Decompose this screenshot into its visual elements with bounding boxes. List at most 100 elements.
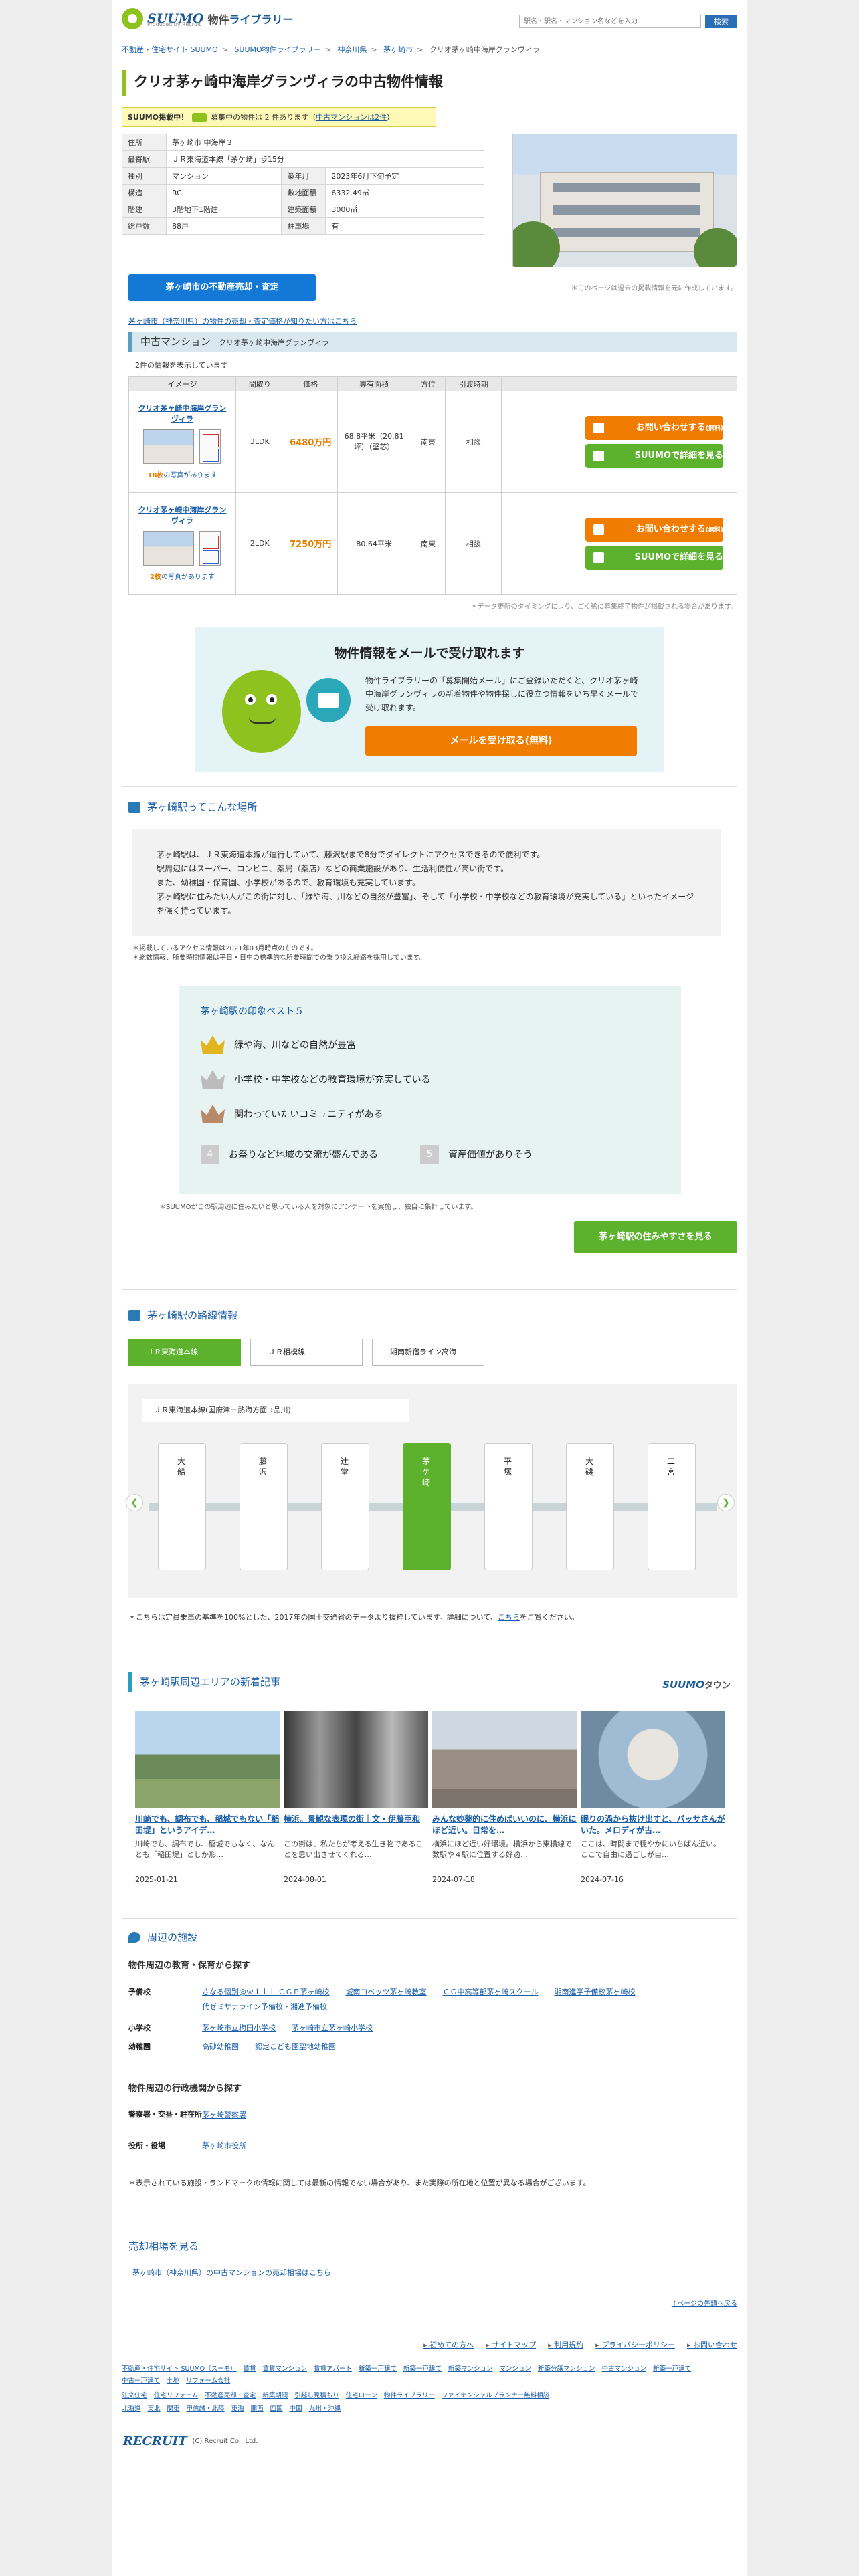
- facility-link[interactable]: 茅ヶ崎市立茅ヶ崎小学校: [292, 2022, 373, 2033]
- footer-nav-link[interactable]: 新築一戸建て: [653, 2365, 691, 2373]
- facility-link[interactable]: 認定こども園聖地幼稚園: [255, 2041, 336, 2052]
- sell-info-link[interactable]: 茅ヶ崎市（神奈川県）の物件の売却・査定価格が知りたい方はこちら: [128, 316, 357, 326]
- inquiry-button[interactable]: お問い合わせする(無料): [585, 517, 723, 542]
- station-tsujido[interactable]: 辻堂: [321, 1443, 369, 1570]
- news-article-title[interactable]: 横浜。景観な表現の街｜文・伊藤亜和: [284, 1814, 428, 1836]
- facility-link[interactable]: さなる個別@ｗｉｌｌ ＣＧＰ茅ヶ崎校: [202, 1986, 330, 1997]
- footer-region-link[interactable]: 九州・沖縄: [309, 2405, 341, 2413]
- detail-button[interactable]: SUUMOで詳細を見る: [585, 443, 723, 468]
- facility-link[interactable]: 茅ヶ崎警察署: [202, 2109, 246, 2120]
- news-image[interactable]: [135, 1711, 280, 1808]
- footer-nav-link[interactable]: 土地: [167, 2377, 179, 2385]
- footer-region-link[interactable]: 北海道: [122, 2405, 141, 2413]
- tab-shonan-shinjuku-line[interactable]: 湘南新宿ライン高海: [372, 1339, 484, 1366]
- tab-sagami-line[interactable]: ＪＲ相模線: [250, 1339, 363, 1366]
- footer-nav-link[interactable]: ファイナンシャルプランナー無料相談: [442, 2392, 549, 2399]
- listing-photo[interactable]: [143, 531, 195, 566]
- footer-link[interactable]: プライバシーポリシー: [595, 2339, 675, 2350]
- footer-nav-link[interactable]: 物件ライブラリー: [384, 2392, 435, 2399]
- tab-tokaido-line[interactable]: ＪＲ東海道本線: [128, 1339, 241, 1366]
- news-image[interactable]: [581, 1711, 725, 1808]
- facility-link[interactable]: ＣＧ中高等部茅ヶ崎スクール: [443, 1986, 539, 1997]
- footer-nav-link[interactable]: 引越し見積もり: [294, 2392, 339, 2399]
- breadcrumb-item[interactable]: 茅ヶ崎市: [383, 45, 413, 54]
- facility-link[interactable]: 茅ヶ崎市役所: [202, 2140, 246, 2151]
- station-ninomiya[interactable]: 二宮: [648, 1443, 696, 1570]
- search-input[interactable]: [519, 15, 701, 28]
- livability-button[interactable]: 茅ヶ崎駅の住みやすさを見る: [574, 1221, 737, 1253]
- facility-link[interactable]: 代ゼミサテライン予備校・湘進予備校: [202, 2001, 327, 2012]
- footer-region-link[interactable]: 甲信越・北陸: [187, 2405, 225, 2413]
- facility-link[interactable]: 高砂幼稚園: [202, 2041, 239, 2052]
- footer-nav-link[interactable]: 中古マンション: [602, 2365, 647, 2373]
- listing-photos-link[interactable]: 2枚の写真があります: [129, 571, 235, 585]
- news-article-title[interactable]: 眠りの渦から抜け出すと、パッサさんがいた。メロディが古…: [581, 1814, 725, 1836]
- facility-link[interactable]: 茅ヶ崎市立梅田小学校: [202, 2022, 276, 2033]
- suumo-town-logo[interactable]: SUUMOタウン: [662, 1675, 731, 1696]
- inquiry-button[interactable]: お問い合わせする(無料): [585, 415, 723, 440]
- station-hiratsuka[interactable]: 平塚: [484, 1443, 533, 1570]
- station-chigasaki[interactable]: 茅ケ崎: [403, 1443, 451, 1570]
- footer-nav-link[interactable]: 新築一戸建て: [359, 2365, 397, 2373]
- footer-link[interactable]: 初めての方へ: [423, 2339, 474, 2350]
- footer-nav-link[interactable]: 賃貸マンション: [263, 2365, 308, 2373]
- news-article-title[interactable]: みんな妙薬的に住めばいいのに、横浜にほど近い。日常を…: [432, 1814, 577, 1836]
- footer-link[interactable]: お問い合わせ: [687, 2339, 737, 2350]
- page-top-link[interactable]: ↑ページの先頭へ戻る: [672, 2298, 737, 2308]
- market-link[interactable]: 茅ヶ崎市（神奈川県）の中古マンションの売却相場はこちら: [132, 2267, 331, 2278]
- floor-plan-image[interactable]: [199, 429, 221, 464]
- breadcrumb-item[interactable]: 不動産・住宅サイト SUUMO: [122, 45, 218, 54]
- search-button[interactable]: 検索: [705, 15, 737, 28]
- notice-link[interactable]: 中古マンションは2件: [316, 113, 387, 122]
- sell-estimate-button[interactable]: 茅ヶ崎市の不動産売却・査定: [128, 274, 316, 301]
- property-photo[interactable]: [512, 134, 737, 267]
- footer-nav-link[interactable]: 新築分譲マンション: [538, 2365, 595, 2373]
- footer-nav-link[interactable]: 住宅ローン: [346, 2392, 377, 2399]
- facility-link[interactable]: 城南コベッツ茅ヶ崎教室: [346, 1986, 427, 1997]
- footer-region-link[interactable]: 関西: [251, 2405, 264, 2413]
- floor-plan-image[interactable]: [199, 531, 221, 566]
- news-article[interactable]: みんな妙薬的に住めばいいのに、横浜にほど近い。日常を… 横浜にほど近い好環境。横…: [432, 1711, 577, 1884]
- listing-photos-link[interactable]: 18枚の写真があります: [129, 469, 235, 484]
- footer-nav-link[interactable]: 注文住宅: [122, 2392, 147, 2399]
- news-image[interactable]: [284, 1711, 428, 1808]
- news-image[interactable]: [432, 1711, 577, 1808]
- footer-nav-link[interactable]: リフォーム会社: [186, 2377, 230, 2385]
- breadcrumb-item[interactable]: 神奈川県: [337, 45, 367, 54]
- footer-region-link[interactable]: 中国: [290, 2405, 302, 2413]
- footer-nav-link[interactable]: 不動産売却・査定: [205, 2392, 256, 2399]
- listing-name-link[interactable]: クリオ茅ヶ崎中海岸グランヴィラ: [129, 502, 235, 526]
- footer-nav-link[interactable]: 賃貸: [244, 2365, 256, 2373]
- station-ofuna[interactable]: 大船: [158, 1443, 206, 1570]
- footer-nav-link[interactable]: マンション: [500, 2365, 532, 2373]
- recruit-logo[interactable]: RECRUIT (C) Recruit Co., Ltd.: [123, 2434, 258, 2448]
- footer-nav-link[interactable]: 新築一戸建て: [403, 2365, 442, 2373]
- footer-link[interactable]: 利用規約: [548, 2339, 583, 2350]
- chevron-left-icon[interactable]: ❮: [126, 1494, 143, 1511]
- route-note-link[interactable]: こちら: [498, 1613, 520, 1622]
- footer-nav-link[interactable]: 新築期間: [262, 2392, 288, 2399]
- news-article-title[interactable]: 川崎でも、調布でも、稲城でもない「稲田堤」というアイデ…: [135, 1814, 280, 1836]
- footer-region-link[interactable]: 東海: [231, 2405, 244, 2413]
- news-article[interactable]: 横浜。景観な表現の街｜文・伊藤亜和 この街は、私たちが考える生き物であることを思…: [284, 1711, 428, 1884]
- listing-name-link[interactable]: クリオ茅ヶ崎中海岸グランヴィラ: [129, 400, 235, 424]
- facility-link[interactable]: 湘南進学予備校茅ヶ崎校: [555, 1986, 636, 1997]
- breadcrumb-item[interactable]: SUUMO物件ライブラリー: [234, 45, 320, 54]
- chevron-right-icon[interactable]: ❯: [717, 1494, 735, 1511]
- footer-link[interactable]: サイトマップ: [486, 2339, 536, 2350]
- news-article[interactable]: 眠りの渦から抜け出すと、パッサさんがいた。メロディが古… ここは、時間まで穏やか…: [581, 1711, 725, 1884]
- footer-region-link[interactable]: 関東: [167, 2405, 180, 2413]
- footer-nav-link[interactable]: 賃貸アパート: [314, 2365, 352, 2373]
- footer-region-link[interactable]: 四国: [270, 2405, 283, 2413]
- station-fujisawa[interactable]: 藤沢: [240, 1443, 288, 1570]
- listing-photo[interactable]: [143, 429, 195, 464]
- footer-nav-link[interactable]: 新築マンション: [448, 2365, 493, 2373]
- mail-subscribe-button[interactable]: メールを受け取る(無料): [365, 726, 637, 756]
- station-oiso[interactable]: 大磯: [566, 1443, 614, 1570]
- footer-nav-link[interactable]: 中古一戸建て: [122, 2377, 160, 2385]
- news-article[interactable]: 川崎でも、調布でも、稲城でもない「稲田堤」というアイデ… 川崎でも、調布でも、稲…: [135, 1711, 280, 1884]
- detail-button[interactable]: SUUMOで詳細を見る: [585, 545, 723, 570]
- footer-nav-link[interactable]: 住宅リフォーム: [154, 2392, 198, 2399]
- footer-region-link[interactable]: 東北: [148, 2405, 161, 2413]
- footer-nav-link[interactable]: 不動産・住宅サイト SUUMO（スーモ）: [122, 2365, 237, 2373]
